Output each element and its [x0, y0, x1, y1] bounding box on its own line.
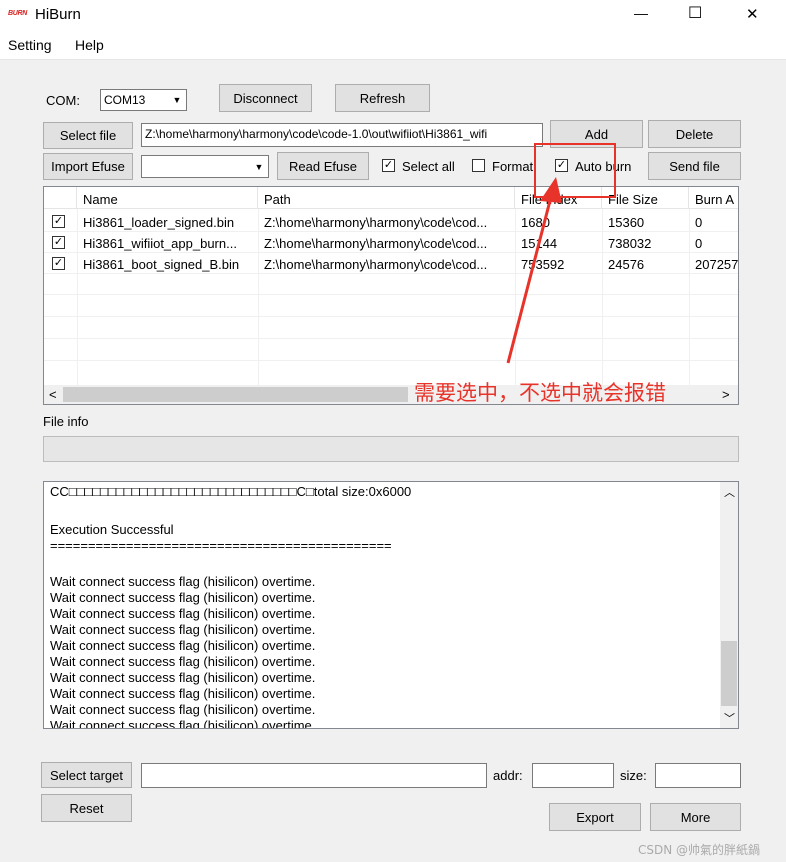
log-line: ========================================…: [50, 538, 392, 553]
scroll-right-icon[interactable]: >: [722, 387, 730, 402]
log-output[interactable]: CC□□□□□□□□□□□□□□□□□□□□□□□□□□□□□C□total s…: [43, 481, 739, 729]
log-line: Wait connect success flag (hisilicon) ov…: [50, 654, 316, 669]
row-name: Hi3861_wifiiot_app_burn...: [83, 236, 237, 251]
row-file-size: 15360: [608, 215, 645, 230]
scroll-up-icon[interactable]: ︿: [724, 484, 735, 500]
select-target-button[interactable]: Select target: [41, 762, 132, 788]
com-port-select[interactable]: COM13 ▼: [100, 89, 187, 111]
log-line: Execution Successful: [50, 522, 174, 537]
file-table: Name Path File Index File Size Burn A ✓ …: [43, 186, 739, 405]
menu-bar: Setting Help: [0, 32, 786, 60]
com-label: COM:: [46, 93, 80, 108]
import-efuse-button[interactable]: Import Efuse: [43, 153, 133, 180]
row-name: Hi3861_loader_signed.bin: [83, 215, 235, 230]
row-name: Hi3861_boot_signed_B.bin: [83, 257, 240, 272]
log-line: Wait connect success flag (hisilicon) ov…: [50, 686, 316, 701]
row-path: Z:\home\harmony\harmony\code\cod...: [264, 215, 488, 230]
vertical-scrollbar[interactable]: ︿ ﹀: [720, 482, 738, 728]
scroll-down-icon[interactable]: ﹀: [724, 710, 735, 726]
log-line: Wait connect success flag (hisilicon) ov…: [50, 606, 316, 621]
select-all-checkbox[interactable]: ✓: [382, 159, 395, 172]
row-burn-addr: 0: [695, 236, 703, 251]
menu-help[interactable]: Help: [75, 37, 104, 53]
disconnect-button[interactable]: Disconnect: [219, 84, 312, 112]
row-burn-addr: 0: [695, 215, 703, 230]
file-info-progress: [43, 436, 739, 462]
column-header-check[interactable]: [44, 187, 77, 209]
maximize-icon[interactable]: ☐: [688, 3, 702, 23]
row-file-size: 738032: [608, 236, 652, 251]
log-line: Wait connect success flag (hisilicon) ov…: [50, 622, 316, 637]
send-file-button[interactable]: Send file: [648, 152, 741, 180]
delete-button[interactable]: Delete: [648, 120, 741, 148]
file-info-label: File info: [43, 414, 89, 429]
minimize-icon[interactable]: —: [634, 5, 648, 21]
annotation-text: 需要选中，不选中就会报错: [414, 381, 666, 405]
scroll-left-icon[interactable]: <: [49, 387, 57, 402]
log-line: Wait connect success flag (hisilicon) ov…: [50, 590, 316, 605]
format-label: Format: [492, 159, 534, 174]
addr-label: addr:: [493, 768, 523, 783]
chevron-down-icon: ▼: [251, 157, 267, 176]
more-button[interactable]: More: [650, 803, 741, 831]
app-logo: BURN: [8, 10, 28, 17]
row-checkbox[interactable]: ✓: [52, 236, 65, 249]
menu-setting[interactable]: Setting: [8, 37, 52, 53]
log-line: Wait connect success flag (hisilicon) ov…: [50, 670, 316, 685]
log-line: Wait connect success flag (hisilicon) ov…: [50, 702, 316, 717]
scrollbar-thumb[interactable]: [721, 641, 737, 706]
window-title: HiBurn: [35, 6, 81, 23]
chevron-down-icon: ▼: [169, 91, 185, 109]
column-header-name[interactable]: Name: [77, 187, 258, 209]
row-checkbox[interactable]: ✓: [52, 215, 65, 228]
format-checkbox[interactable]: [472, 159, 485, 172]
log-line: CC□□□□□□□□□□□□□□□□□□□□□□□□□□□□□C□total s…: [50, 484, 412, 499]
column-header-burn-addr[interactable]: Burn A: [689, 187, 738, 209]
log-line: Wait connect success flag (hisilicon) ov…: [50, 574, 316, 589]
row-checkbox[interactable]: ✓: [52, 257, 65, 270]
addr-input[interactable]: [532, 763, 614, 788]
select-file-button[interactable]: Select file: [43, 122, 133, 149]
reset-button[interactable]: Reset: [41, 794, 132, 822]
select-all-label: Select all: [402, 159, 455, 174]
export-button[interactable]: Export: [549, 803, 641, 831]
row-path: Z:\home\harmony\harmony\code\cod...: [264, 236, 488, 251]
refresh-button[interactable]: Refresh: [335, 84, 430, 112]
column-header-path[interactable]: Path: [258, 187, 515, 209]
watermark: CSDN @帅氣的胖紙鍋: [638, 843, 761, 857]
efuse-select[interactable]: ▼: [141, 155, 269, 178]
row-burn-addr: 207257: [695, 257, 738, 272]
size-label: size:: [620, 768, 647, 783]
com-port-value: COM13: [104, 93, 146, 107]
annotation-arrow: [506, 177, 562, 364]
target-input[interactable]: [141, 763, 487, 788]
size-input[interactable]: [655, 763, 741, 788]
log-line: Wait connect success flag (hisilicon) ov…: [50, 718, 316, 729]
file-path-input[interactable]: Z:\home\harmony\harmony\code\code-1.0\ou…: [141, 123, 543, 147]
row-path: Z:\home\harmony\harmony\code\cod...: [264, 257, 488, 272]
title-bar: BURN HiBurn — ☐ ✕: [0, 0, 786, 32]
read-efuse-button[interactable]: Read Efuse: [277, 152, 369, 180]
row-file-size: 24576: [608, 257, 645, 272]
log-line: Wait connect success flag (hisilicon) ov…: [50, 638, 316, 653]
scrollbar-thumb[interactable]: [63, 387, 408, 402]
close-icon[interactable]: ✕: [746, 5, 759, 23]
